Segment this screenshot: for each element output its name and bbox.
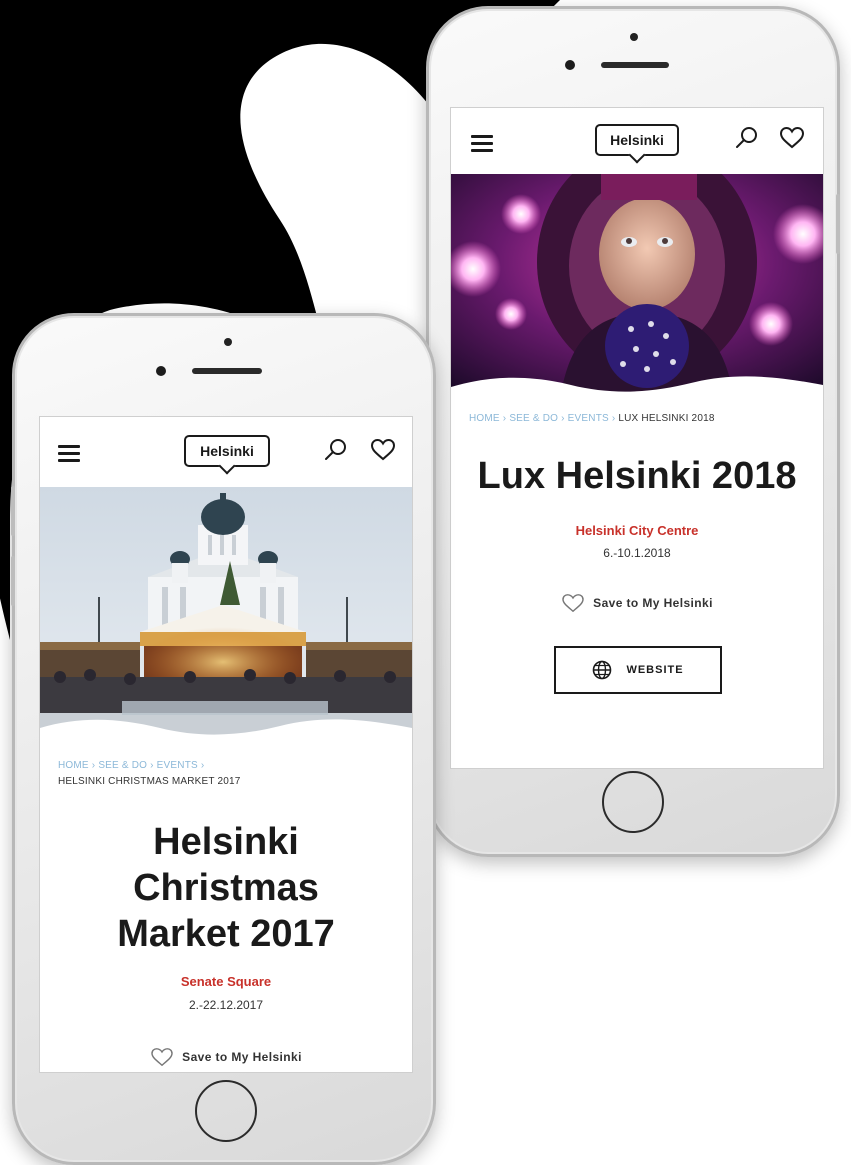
logo-tail bbox=[628, 146, 646, 164]
screen-front: Helsinki HOME › SEE & DO › EVENTS › HELS… bbox=[39, 416, 413, 1073]
event-date: 2.-22.12.2017 bbox=[188, 998, 264, 1012]
breadcrumb-separator: › bbox=[150, 760, 154, 771]
screen-back: Helsinki HOME › SEE & DO › EVENTS › LUX … bbox=[450, 107, 824, 769]
phone-front: Helsinki HOME › SEE & DO › EVENTS › HELS… bbox=[11, 313, 436, 1165]
earpiece-speaker bbox=[192, 368, 262, 374]
save-to-my-helsinki[interactable]: Save to My Helsinki bbox=[40, 1046, 412, 1068]
wave-divider bbox=[451, 376, 823, 394]
search-icon[interactable] bbox=[734, 125, 760, 151]
breadcrumb: HOME › SEE & DO › EVENTS › LUX HELSINKI … bbox=[469, 413, 809, 424]
side-button bbox=[11, 486, 15, 536]
side-button bbox=[836, 194, 840, 254]
breadcrumb-separator: › bbox=[502, 413, 507, 424]
christmas-market-photo bbox=[40, 487, 412, 737]
helsinki-logo[interactable]: Helsinki bbox=[184, 435, 270, 475]
hero-image bbox=[451, 174, 823, 394]
home-button[interactable] bbox=[602, 771, 664, 833]
earpiece-speaker bbox=[601, 62, 669, 68]
front-camera bbox=[156, 366, 166, 376]
breadcrumb-current: LUX HELSINKI 2018 bbox=[618, 413, 715, 424]
wave-divider bbox=[40, 719, 412, 737]
breadcrumb-separator: › bbox=[561, 413, 565, 424]
front-sensor bbox=[224, 338, 232, 346]
breadcrumb-events[interactable]: EVENTS bbox=[157, 760, 198, 771]
event-date: 6.-10.1.2018 bbox=[603, 546, 671, 560]
breadcrumb-see-do[interactable]: SEE & DO bbox=[98, 760, 147, 771]
save-to-my-helsinki[interactable]: Save to My Helsinki bbox=[451, 592, 823, 614]
breadcrumb-separator: › bbox=[200, 760, 205, 771]
helsinki-logo[interactable]: Helsinki bbox=[595, 124, 679, 164]
globe-icon bbox=[593, 660, 612, 680]
save-label: Save to My Helsinki bbox=[593, 596, 713, 610]
heart-icon[interactable] bbox=[370, 437, 396, 463]
home-button[interactable] bbox=[195, 1080, 257, 1142]
hero-image bbox=[40, 487, 412, 737]
top-navigation: Helsinki bbox=[451, 108, 823, 174]
breadcrumb-current: HELSINKI CHRISTMAS MARKET 2017 bbox=[58, 776, 241, 787]
hamburger-icon[interactable] bbox=[471, 135, 493, 152]
title-line: Helsinki bbox=[153, 821, 299, 863]
title-line: Christmas bbox=[133, 867, 319, 909]
event-location[interactable]: Helsinki City Centre bbox=[451, 523, 823, 538]
breadcrumb-home[interactable]: HOME bbox=[58, 760, 89, 771]
hamburger-icon[interactable] bbox=[58, 445, 80, 462]
front-sensor bbox=[630, 33, 638, 41]
save-label: Save to My Helsinki bbox=[182, 1050, 302, 1064]
phone-back: Helsinki HOME › SEE & DO › EVENTS › LUX … bbox=[426, 6, 840, 857]
breadcrumb-see-do[interactable]: SEE & DO bbox=[509, 413, 558, 424]
breadcrumb-separator: › bbox=[91, 760, 96, 771]
website-label: WEBSITE bbox=[626, 664, 684, 676]
search-icon[interactable] bbox=[323, 437, 349, 463]
side-button bbox=[11, 556, 15, 606]
title-line: Market 2017 bbox=[117, 913, 335, 955]
event-location[interactable]: Senate Square bbox=[40, 974, 412, 989]
page-title: Helsinki Christmas Market 2017 bbox=[40, 819, 412, 957]
breadcrumb: HOME › SEE & DO › EVENTS › HELSINKI CHRI… bbox=[58, 758, 398, 790]
front-camera bbox=[565, 60, 575, 70]
breadcrumb-separator: › bbox=[611, 413, 616, 424]
heart-outline-icon bbox=[151, 1048, 173, 1067]
website-button[interactable]: WEBSITE bbox=[554, 646, 722, 694]
logo-tail bbox=[218, 457, 236, 475]
heart-outline-icon bbox=[562, 594, 584, 613]
top-navigation: Helsinki bbox=[40, 417, 412, 483]
page-title: Lux Helsinki 2018 bbox=[477, 455, 797, 497]
lux-photo bbox=[451, 174, 823, 394]
breadcrumb-events[interactable]: EVENTS bbox=[568, 413, 609, 424]
breadcrumb-home[interactable]: HOME bbox=[469, 413, 500, 424]
heart-icon[interactable] bbox=[779, 125, 805, 151]
